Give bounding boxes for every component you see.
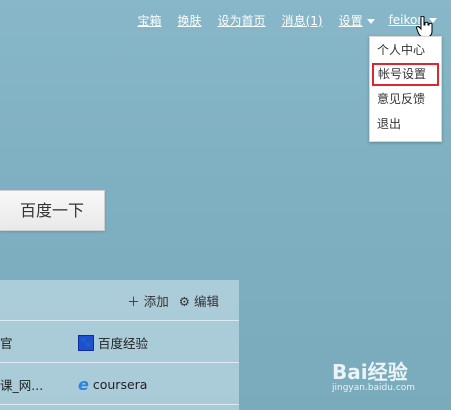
chevron-down-icon — [366, 18, 375, 24]
divider — [0, 404, 239, 405]
link-label: coursera — [92, 377, 148, 392]
paw-icon: 🐾 — [78, 334, 94, 351]
nav-settings[interactable]: 设置 — [339, 12, 375, 29]
watermark-url: jingyan.baidu.com — [332, 383, 416, 393]
edit-button[interactable]: ⚙ 编辑 — [179, 291, 219, 310]
link-label: 百度经验 — [98, 336, 149, 351]
nav-set-homepage[interactable]: 设为首页 — [218, 12, 266, 29]
nav-baoxiang[interactable]: 宝箱 — [138, 12, 162, 29]
ie-icon: e — [78, 375, 89, 394]
nav-messages[interactable]: 消息(1) — [282, 12, 323, 29]
add-label: 添加 — [143, 294, 169, 309]
favorites-panel: ＋ 添加 ⚙ 编辑 官 🐾 百度经验 课_网... e coursera — [0, 280, 239, 410]
user-dropdown-menu: 个人中心 帐号设置 意见反馈 退出 — [369, 36, 442, 142]
search-button[interactable]: 百度一下 — [0, 190, 105, 231]
add-button[interactable]: ＋ 添加 — [127, 291, 169, 310]
menu-item-logout[interactable]: 退出 — [370, 113, 441, 136]
panel-header: ＋ 添加 ⚙ 编辑 — [127, 291, 219, 310]
top-nav: 宝箱 换肤 设为首页 消息(1) 设置 feikon — [122, 10, 437, 30]
edit-label: 编辑 — [193, 294, 219, 309]
nav-settings-label: 设置 — [338, 13, 363, 28]
list-item: 官 🐾 百度经验 — [0, 326, 239, 356]
link-baidu-jingyan[interactable]: 🐾 百度经验 — [78, 333, 148, 352]
link-left[interactable]: 官 — [0, 333, 13, 352]
menu-item-profile[interactable]: 个人中心 — [370, 39, 441, 62]
menu-item-feedback[interactable]: 意见反馈 — [370, 88, 441, 111]
nav-huanfu[interactable]: 换肤 — [178, 12, 202, 29]
list-item: 课_网... e coursera — [0, 368, 239, 398]
watermark: Bai经验 jingyan.baidu.com — [332, 356, 415, 393]
link-left[interactable]: 课_网... — [0, 375, 43, 394]
gear-icon: ⚙ — [178, 294, 190, 309]
watermark-brand: Bai经验 — [332, 360, 408, 384]
divider — [0, 362, 239, 363]
divider — [0, 320, 239, 321]
menu-item-account-settings[interactable]: 帐号设置 — [372, 63, 439, 86]
link-coursera[interactable]: e coursera — [78, 375, 147, 394]
hand-cursor-icon — [416, 16, 433, 38]
